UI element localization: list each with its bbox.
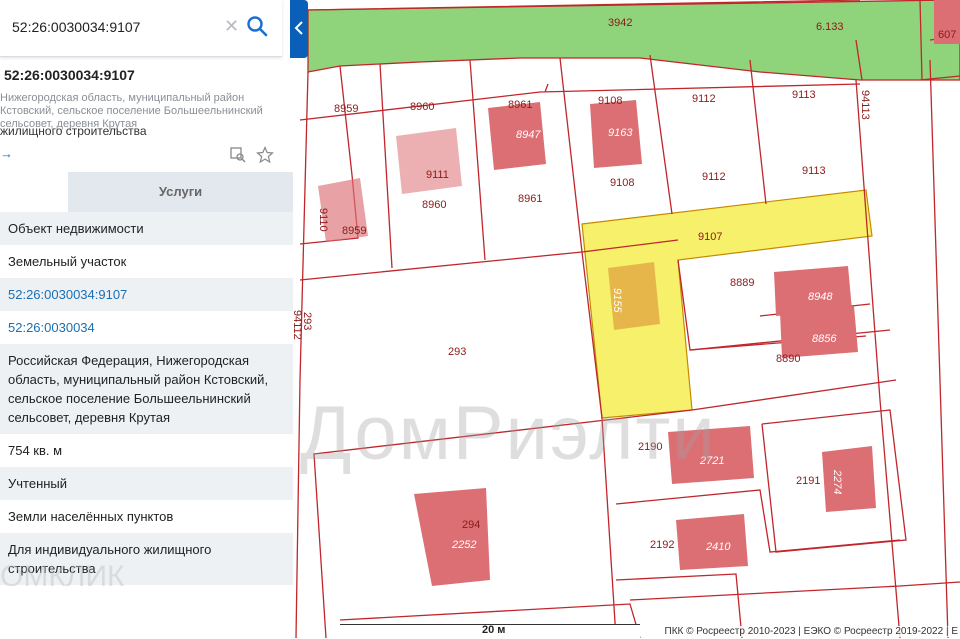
list-item: Учтенный (0, 467, 293, 500)
label-2190: 2190 (638, 441, 662, 453)
label-2192: 2192 (650, 539, 674, 551)
label-9108: 9108 (598, 95, 622, 107)
label-9163: 9163 (608, 127, 633, 139)
list-item: 754 кв. м (8, 443, 63, 458)
cadastral-number-link[interactable]: 52:26:0030034:9107 (0, 278, 293, 311)
search-icon[interactable] (246, 15, 268, 37)
label-94113: 94113 (859, 90, 871, 120)
label-6133: 6.133 (816, 21, 844, 33)
label-9112b: 9112 (702, 171, 726, 183)
label-294: 294 (462, 519, 480, 531)
tab-info[interactable] (0, 172, 68, 214)
info-panel: ✕ 52:26:0030034:9107 Нижегородская облас… (0, 0, 293, 638)
list-item: Российская Федерация, Нижегородская обла… (0, 344, 293, 434)
label-8959b: 8959 (342, 225, 366, 237)
list-item: Земли населённых пунктов (8, 509, 174, 524)
copyright-text: ПКК © Росреестр 2010-2023 | ЕЭКО © Росре… (662, 626, 960, 637)
label-8889: 8889 (730, 277, 754, 289)
label-3942: 3942 (608, 17, 632, 29)
object-usage: жилищного строительства (0, 124, 147, 138)
label-607: 607 (938, 29, 956, 41)
label-9113: 9113 (792, 89, 816, 101)
search-input[interactable] (12, 17, 217, 37)
tab-services[interactable]: Услуги (68, 172, 293, 212)
label-8856: 8856 (812, 333, 837, 345)
cadastral-quarter-link[interactable]: 52:26:0030034 (0, 311, 293, 344)
zoom-to-object-icon[interactable] (229, 146, 247, 169)
star-icon[interactable] (256, 146, 274, 169)
label-9110: 9110 (317, 208, 329, 232)
label-9155: 9155 (611, 288, 623, 313)
label-2191: 2191 (796, 475, 820, 487)
label-9112: 9112 (692, 93, 716, 105)
list-item: Объект недвижимости (0, 212, 293, 245)
panel-tabs: Услуги (0, 172, 293, 214)
label-8959: 8959 (334, 103, 358, 115)
label-8960: 8960 (410, 101, 434, 113)
list-item: Земельный участок (8, 254, 127, 269)
label-9111: 9111 (426, 169, 449, 181)
label-2721: 2721 (699, 455, 724, 467)
label-8961: 8961 (508, 99, 532, 111)
clear-icon[interactable]: ✕ (224, 16, 240, 36)
search-bar: ✕ (0, 0, 282, 57)
label-8947: 8947 (516, 129, 541, 141)
label-2274: 2274 (831, 469, 843, 494)
label-8960b: 8960 (422, 199, 446, 211)
scale-label: 20 м (482, 624, 506, 636)
label-9107: 9107 (698, 231, 722, 243)
label-2252: 2252 (451, 539, 476, 551)
label-8961b: 8961 (518, 193, 542, 205)
label-8890: 8890 (776, 353, 800, 365)
attribute-list: Объект недвижимости Земельный участок 52… (0, 212, 293, 585)
arrow-right-icon[interactable]: → (0, 146, 13, 161)
label-9108b: 9108 (610, 177, 634, 189)
object-title: 52:26:0030034:9107 (4, 67, 135, 83)
label-9113b: 9113 (802, 165, 826, 177)
list-item: Для индивидуального жилищного строительс… (0, 533, 293, 585)
collapse-panel-button[interactable] (290, 0, 308, 58)
label-2410: 2410 (705, 541, 731, 553)
label-8948: 8948 (808, 291, 833, 303)
label-293: 293 (448, 346, 466, 358)
